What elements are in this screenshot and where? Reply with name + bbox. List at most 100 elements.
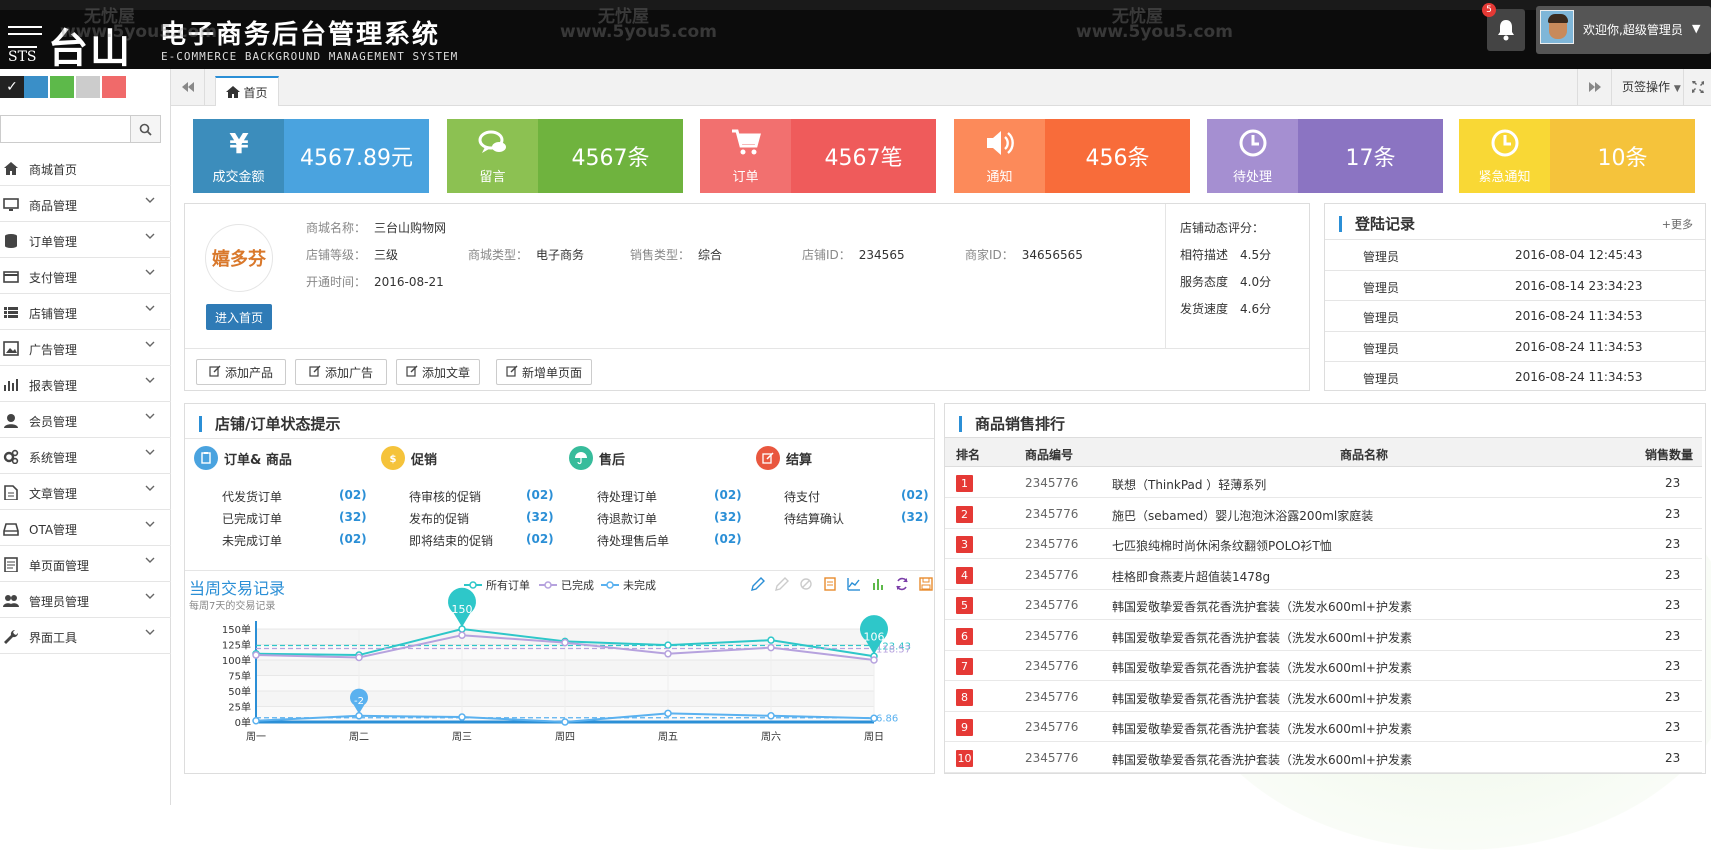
caret-down-icon: ▼ <box>1673 84 1681 94</box>
action-button-2[interactable]: 添加文章 <box>396 359 480 385</box>
stat-card-icon-area: 留言 <box>447 119 538 193</box>
status-item-label[interactable]: 待退款订单 <box>597 510 657 527</box>
theme-swatch-gray[interactable] <box>76 76 100 98</box>
sidebar-item-3[interactable]: 支付管理 <box>0 258 171 294</box>
product-name[interactable]: 七匹狼纯棉时尚休闲条纹翻领POLO衫T恤 <box>1112 537 1332 554</box>
open-time: 2016-08-21 <box>374 275 444 289</box>
sidebar-item-11[interactable]: 单页面管理 <box>0 546 171 582</box>
product-name[interactable]: 韩国爱敬挚爱香氛花香洗护套装（洗发水600ml+护发素 <box>1112 720 1412 737</box>
table-row[interactable]: 4 2345776 桂格即食燕麦片超值装1478g 23 <box>945 560 1702 590</box>
stat-card-3[interactable]: 通知 456条 <box>954 119 1190 193</box>
status-item-count[interactable]: (02) <box>339 488 367 502</box>
sidebar-item-7[interactable]: 会员管理 <box>0 402 171 438</box>
label: 店铺等级： <box>306 248 367 262</box>
theme-swatch-dark[interactable]: ✓ <box>0 76 24 98</box>
sidebar-item-0[interactable]: 商城首页 <box>0 150 171 186</box>
login-user: 管理员 <box>1363 341 1400 356</box>
sidebar-item-label: 系统管理 <box>29 451 78 465</box>
clock-icon <box>1489 127 1521 162</box>
product-name[interactable]: 韩国爱敬挚爱香氛花香洗护套装（洗发水600ml+护发素 <box>1112 751 1412 768</box>
stat-label: 通知 <box>986 170 1013 185</box>
table-row[interactable]: 1 2345776 联想（ThinkPad ）轻薄系列 23 <box>945 468 1702 498</box>
product-name[interactable]: 韩国爱敬挚爱香氛花香洗护套装（洗发水600ml+护发素 <box>1112 629 1412 646</box>
product-name[interactable]: 韩国爱敬挚爱香氛花香洗护套装（洗发水600ml+护发素 <box>1112 690 1412 707</box>
table-row[interactable]: 8 2345776 韩国爱敬挚爱香氛花香洗护套装（洗发水600ml+护发素 23 <box>945 682 1702 712</box>
sidebar-item-1[interactable]: 商品管理 <box>0 186 171 222</box>
user-menu[interactable]: 欢迎你,超级管理员 ▼ <box>1536 6 1711 54</box>
product-name[interactable]: 联想（ThinkPad ）轻薄系列 <box>1112 476 1266 493</box>
logo-text: 台山 <box>48 25 132 72</box>
data-point <box>870 714 878 723</box>
sidebar-item-4[interactable]: 店铺管理 <box>0 294 171 330</box>
status-item-label[interactable]: 代发货订单 <box>222 488 282 505</box>
status-item-label[interactable]: 未完成订单 <box>222 532 282 549</box>
tabs-next-button[interactable] <box>1577 69 1611 105</box>
sidebar-item-10[interactable]: OTA管理 <box>0 510 171 546</box>
sidebar-item-5[interactable]: 广告管理 <box>0 330 171 366</box>
product-name[interactable]: 韩国爱敬挚爱香氛花香洗护套装（洗发水600ml+护发素 <box>1112 598 1412 615</box>
more-link[interactable]: +更多 <box>1662 216 1693 232</box>
status-item-count[interactable]: (32) <box>339 510 367 524</box>
stat-card-1[interactable]: 留言 4567条 <box>447 119 683 193</box>
status-item-count[interactable]: (32) <box>714 510 742 524</box>
sidebar-item-label: 报表管理 <box>29 379 78 393</box>
data-point <box>561 638 569 647</box>
sidebar-item-2[interactable]: 订单管理 <box>0 222 171 258</box>
stat-card-0[interactable]: ¥ 成交金额 4567.89元 <box>193 119 429 193</box>
table-row[interactable]: 3 2345776 七匹狼纯棉时尚休闲条纹翻领POLO衫T恤 23 <box>945 529 1702 559</box>
table-row[interactable]: 5 2345776 韩国爱敬挚爱香氛花香洗护套装（洗发水600ml+护发素 23 <box>945 590 1702 620</box>
tabs-prev-button[interactable] <box>171 69 205 105</box>
status-item-label[interactable]: 待处理售后单 <box>597 532 669 549</box>
status-item-label[interactable]: 待支付 <box>784 488 820 505</box>
table-row[interactable]: 7 2345776 韩国爱敬挚爱香氛花香洗护套装（洗发水600ml+护发素 23 <box>945 651 1702 681</box>
status-item-label[interactable]: 即将结束的促销 <box>409 532 493 549</box>
product-name[interactable]: 韩国爱敬挚爱香氛花香洗护套装（洗发水600ml+护发素 <box>1112 659 1412 676</box>
status-item-count[interactable]: (02) <box>714 532 742 546</box>
enter-home-button[interactable]: 进入首页 <box>206 304 272 330</box>
status-item-count[interactable]: (02) <box>901 488 929 502</box>
login-user: 管理员 <box>1363 280 1400 295</box>
action-label: 添加广告 <box>324 365 373 380</box>
stat-card-2[interactable]: 订单 4567笔 <box>700 119 936 193</box>
status-item-label[interactable]: 待处理订单 <box>597 488 657 505</box>
table-row[interactable]: 10 2345776 韩国爱敬挚爱香氛花香洗护套装（洗发水600ml+护发素 23 <box>945 743 1702 773</box>
tab-operations-dropdown[interactable]: 页签操作 ▼ <box>1611 69 1691 105</box>
sidebar-item-9[interactable]: 文章管理 <box>0 474 171 510</box>
status-item-count[interactable]: (02) <box>526 532 554 546</box>
sales-qty: 23 <box>1665 720 1681 734</box>
status-item-count[interactable]: (32) <box>901 510 929 524</box>
action-button-0[interactable]: 添加产品 <box>196 359 286 385</box>
theme-swatch-blue[interactable] <box>24 76 48 98</box>
search-input[interactable] <box>1 116 129 142</box>
product-name[interactable]: 施巴（sebamed）婴儿泡泡沐浴露200ml家庭装 <box>1112 507 1373 524</box>
status-item-label[interactable]: 待审核的促销 <box>409 488 481 505</box>
sidebar-item-6[interactable]: 报表管理 <box>0 366 171 402</box>
stat-card-icon-area: 紧急通知 <box>1459 119 1550 193</box>
chevron-down-icon <box>145 592 155 603</box>
sidebar-item-8[interactable]: 系统管理 <box>0 438 171 474</box>
status-item-label[interactable]: 待结算确认 <box>784 510 844 527</box>
status-item-label[interactable]: 已完成订单 <box>222 510 282 527</box>
table-row[interactable]: 6 2345776 韩国爱敬挚爱香氛花香洗护套装（洗发水600ml+护发素 23 <box>945 621 1702 651</box>
status-item-count[interactable]: (02) <box>526 488 554 502</box>
status-item-count[interactable]: (02) <box>339 532 367 546</box>
stat-card-5[interactable]: 紧急通知 10条 <box>1459 119 1695 193</box>
action-button-1[interactable]: 添加广告 <box>295 359 387 385</box>
status-item-count[interactable]: (32) <box>526 510 554 524</box>
table-row[interactable]: 9 2345776 韩国爱敬挚爱香氛花香洗护套装（洗发水600ml+护发素 23 <box>945 712 1702 742</box>
status-item-count[interactable]: (02) <box>714 488 742 502</box>
tab-home[interactable]: 首页 <box>215 76 279 106</box>
fullscreen-button[interactable] <box>1683 69 1711 105</box>
search-button[interactable] <box>130 116 160 142</box>
stat-card-4[interactable]: 待处理 17条 <box>1207 119 1443 193</box>
sidebar-item-12[interactable]: 管理员管理 <box>0 582 171 618</box>
database-icon <box>3 233 19 248</box>
sidebar-item-13[interactable]: 界面工具 <box>0 618 171 654</box>
action-button-3[interactable]: 新增单页面 <box>496 359 592 385</box>
tab-home-label: 首页 <box>243 85 268 100</box>
table-row[interactable]: 2 2345776 施巴（sebamed）婴儿泡泡沐浴露200ml家庭装 23 <box>945 499 1702 529</box>
status-item-label[interactable]: 发布的促销 <box>409 510 469 527</box>
theme-swatch-red[interactable] <box>102 76 126 98</box>
theme-swatch-green[interactable] <box>50 76 74 98</box>
product-name[interactable]: 桂格即食燕麦片超值装1478g <box>1112 568 1270 585</box>
